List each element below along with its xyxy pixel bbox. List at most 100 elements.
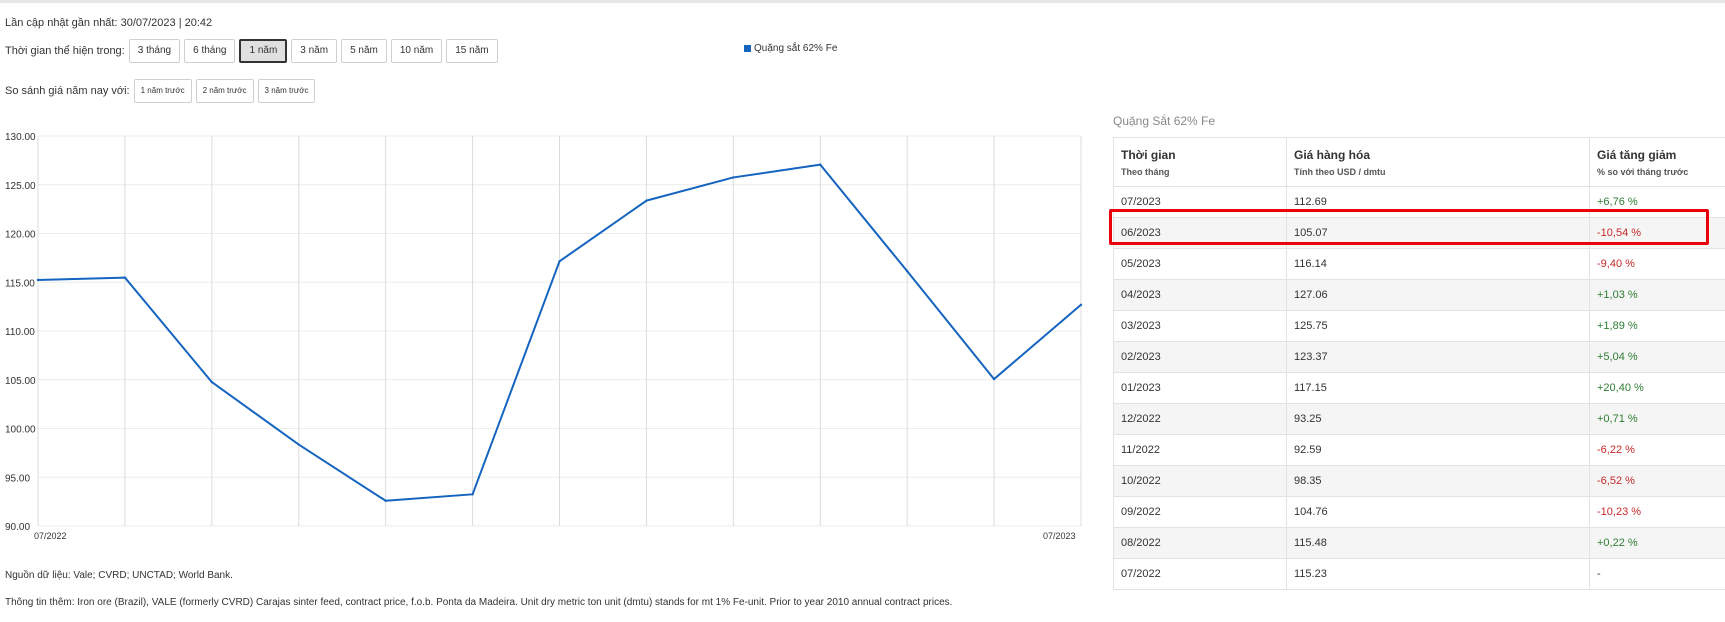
cell-price: 105.07 xyxy=(1286,217,1590,249)
cell-price: 115.23 xyxy=(1286,558,1590,590)
data-point xyxy=(732,176,735,179)
table-row: 05/2023 116.14 -9,40 % xyxy=(1113,248,1725,280)
data-point xyxy=(471,493,474,496)
header-change-title: Giá tăng giảm xyxy=(1597,147,1677,162)
header-change-sub: % so với tháng trước xyxy=(1597,166,1689,177)
table-row: 01/2023 117.15 +20,40 % xyxy=(1113,372,1725,404)
data-point xyxy=(992,377,996,381)
data-point xyxy=(297,443,300,446)
legend-swatch xyxy=(744,45,751,52)
cell-month: 02/2023 xyxy=(1113,341,1287,373)
header-change: Giá tăng giảm % so với tháng trước xyxy=(1589,137,1725,187)
cell-change: - xyxy=(1589,558,1725,590)
table-row: 11/2022 92.59 -6,22 % xyxy=(1113,434,1725,466)
cell-change: -10,54 % xyxy=(1589,217,1725,249)
cell-price: 92.59 xyxy=(1286,434,1590,466)
table-row: 02/2023 123.37 +5,04 % xyxy=(1113,341,1725,373)
cell-price: 123.37 xyxy=(1286,341,1590,373)
table-header-row: Thời gian Theo tháng Giá hàng hóa Tính t… xyxy=(1113,137,1725,187)
compare-button-3-years[interactable]: 3 năm trước xyxy=(257,79,316,103)
y-tick-label: 130.00 xyxy=(5,132,36,143)
period-button-3-thang[interactable]: 3 tháng xyxy=(128,39,181,63)
cell-month: 09/2022 xyxy=(1113,496,1287,528)
table-title: Quặng Sắt 62% Fe xyxy=(1113,114,1216,128)
cell-change: -6,52 % xyxy=(1589,465,1725,497)
cell-price: 125.75 xyxy=(1286,310,1590,342)
period-button-6-thang[interactable]: 6 tháng xyxy=(184,39,236,63)
header-time-title: Thời gian xyxy=(1121,147,1176,162)
table-row: 12/2022 93.25 +0,71 % xyxy=(1113,403,1725,435)
period-button-1-nam[interactable]: 1 năm xyxy=(239,39,288,63)
header-time-sub: Theo tháng xyxy=(1121,166,1170,177)
y-tick-label: 125.00 xyxy=(5,181,36,192)
price-line-chart: 130.00 125.00 120.00 115.00 110.00 105.00 100.… xyxy=(5,132,1083,541)
cell-change: +20,40 % xyxy=(1589,372,1725,404)
cell-price: 115.48 xyxy=(1286,527,1590,559)
cell-month: 01/2023 xyxy=(1113,372,1287,404)
x-tick-label: 07/2022 xyxy=(34,531,67,541)
cell-price: 112.69 xyxy=(1286,186,1590,218)
data-point xyxy=(558,260,561,263)
cell-price: 98.35 xyxy=(1286,465,1590,497)
data-point xyxy=(1079,303,1083,306)
y-tick-label: 110.00 xyxy=(5,327,35,338)
additional-info-text: Thông tin thêm: Iron ore (Brazil), VALE … xyxy=(5,597,953,608)
period-button-5-nam[interactable]: 5 năm xyxy=(341,39,387,63)
compare-button-1-year[interactable]: 1 năm trước xyxy=(133,79,192,103)
cell-month: 12/2022 xyxy=(1113,403,1287,435)
cell-change: +0,22 % xyxy=(1589,527,1725,559)
cell-price: 93.25 xyxy=(1286,403,1590,435)
cell-month: 05/2023 xyxy=(1113,248,1287,280)
data-point xyxy=(645,199,648,202)
table-body: 07/2023 112.69 +6,76 % 06/2023 105.07 -10,54 … xyxy=(1113,186,1725,590)
cell-month: 11/2022 xyxy=(1113,434,1287,466)
cell-change: +1,03 % xyxy=(1589,279,1725,311)
header-price-sub: Tính theo USD / dmtu xyxy=(1294,166,1386,177)
data-point xyxy=(819,163,822,166)
cell-change: +1,89 % xyxy=(1589,310,1725,342)
data-point xyxy=(905,269,909,273)
table-row: 06/2023 105.07 -10,54 % xyxy=(1113,217,1725,249)
compare-selector: So sánh giá năm nay với: 1 năm trước 2 n… xyxy=(5,79,319,103)
table-row: 03/2023 125.75 +1,89 % xyxy=(1113,310,1725,342)
data-point xyxy=(123,276,127,279)
period-selector: Thời gian thể hiện trong: 3 tháng 6 thán… xyxy=(5,39,502,63)
data-point xyxy=(36,278,40,282)
cell-change: +6,76 % xyxy=(1589,186,1725,218)
cell-price: 117.15 xyxy=(1286,372,1590,404)
last-updated-text: Lần cập nhật gần nhất: 30/07/2023 | 20:4… xyxy=(5,17,213,29)
table-row: 08/2022 115.48 +0,22 % xyxy=(1113,527,1725,559)
x-tick-label: 07/2023 xyxy=(1043,531,1076,541)
header-price: Giá hàng hóa Tính theo USD / dmtu xyxy=(1286,137,1590,187)
y-tick-label: 100.00 xyxy=(5,425,36,436)
y-tick-label: 95.00 xyxy=(5,473,30,484)
y-tick-label: 115.00 xyxy=(5,278,35,289)
cell-change: -10,23 % xyxy=(1589,496,1725,528)
cell-month: 03/2023 xyxy=(1113,310,1287,342)
cell-month: 08/2022 xyxy=(1113,527,1287,559)
header-price-title: Giá hàng hóa xyxy=(1294,147,1371,162)
compare-button-2-years[interactable]: 2 năm trước xyxy=(195,79,254,103)
cell-month: 04/2023 xyxy=(1113,279,1287,311)
compare-label: So sánh giá năm nay với: xyxy=(5,85,130,97)
cell-price: 104.76 xyxy=(1286,496,1590,528)
period-button-15-nam[interactable]: 15 năm xyxy=(446,39,498,63)
y-tick-label: 120.00 xyxy=(5,230,36,241)
chart-legend[interactable]: Quặng sắt 62% Fe xyxy=(744,43,837,54)
table-row: 07/2022 115.23- xyxy=(1113,558,1725,590)
y-tick-label: 105.00 xyxy=(5,376,36,387)
cell-change: +5,04 % xyxy=(1589,341,1725,373)
price-table: Thời gian Theo tháng Giá hàng hóa Tính t… xyxy=(1113,137,1725,590)
data-point xyxy=(384,499,387,502)
legend-label: Quặng sắt 62% Fe xyxy=(754,43,838,54)
cell-month: 07/2023 xyxy=(1113,186,1287,218)
cell-month: 10/2022 xyxy=(1113,465,1287,497)
period-button-3-nam[interactable]: 3 năm xyxy=(291,39,338,63)
table-row: 04/2023 127.06 +1,03 % xyxy=(1113,279,1725,311)
table-row: 07/2023 112.69 +6,76 % xyxy=(1113,186,1725,218)
y-tick-label: 90.00 xyxy=(5,522,30,533)
data-source-text: Nguồn dữ liệu: Vale; CVRD; UNCTAD; World… xyxy=(5,570,233,581)
cell-price: 127.06 xyxy=(1286,279,1590,311)
period-label: Thời gian thể hiện trong: xyxy=(5,45,125,57)
period-button-10-nam[interactable]: 10 năm xyxy=(390,39,443,63)
